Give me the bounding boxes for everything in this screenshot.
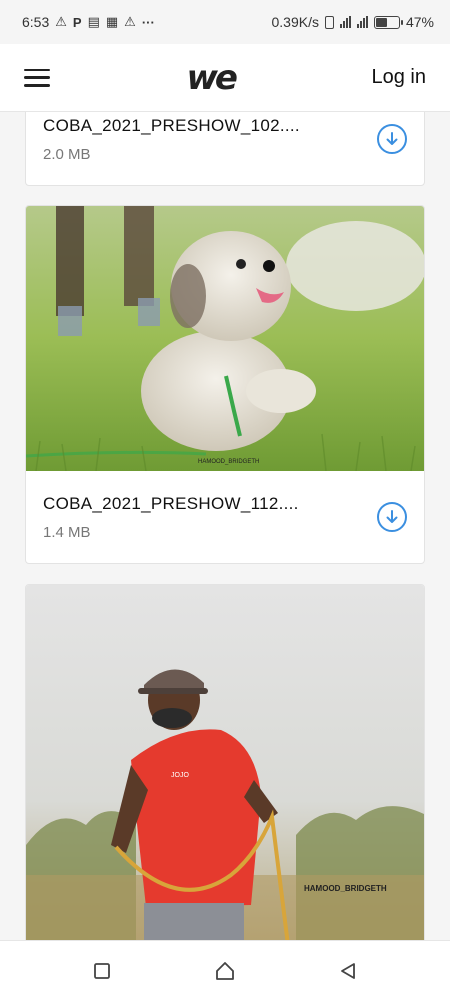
shirt-logo: JOJO <box>171 772 189 779</box>
status-left: 6:53 ⚠ P ▤ ▦ ⚠ ··· <box>22 14 155 30</box>
file-info: COBA_2021_PRESHOW_102.... 2.0 MB <box>26 112 424 185</box>
message-icon: ▤ <box>87 14 100 29</box>
file-info: COBA_2021_PRESHOW_112.... 1.4 MB <box>26 471 424 563</box>
file-size: 2.0 MB <box>43 145 91 163</box>
file-list: COBA_2021_PRESHOW_102.... 2.0 MB HAMOOD_… <box>0 112 450 940</box>
home-icon <box>216 961 234 980</box>
app-header: we Log in <box>0 44 450 112</box>
file-card: HAMOOD_BRIDGETH COBA_2021_PRESHOW_112...… <box>25 205 425 564</box>
status-bar: 6:53 ⚠ P ▤ ▦ ⚠ ··· 0.39K/s 47% <box>0 0 450 44</box>
network-speed: 0.39K/s <box>271 14 319 30</box>
file-name: COBA_2021_PRESHOW_112.... <box>43 493 299 513</box>
clock: 6:53 <box>22 14 50 30</box>
battery-percent: 47% <box>405 14 434 30</box>
back-button[interactable] <box>328 951 368 991</box>
file-card: JOJO HAMOOD_BRIDGETH <box>25 584 425 940</box>
download-arrow-icon <box>386 510 398 523</box>
watermark: HAMOOD_BRIDGETH <box>198 459 259 465</box>
wetransfer-logo[interactable]: we <box>187 58 239 98</box>
status-right: 0.39K/s 47% <box>271 14 434 30</box>
image-preview[interactable]: JOJO HAMOOD_BRIDGETH <box>26 585 424 940</box>
download-button[interactable] <box>377 124 407 154</box>
file-card: COBA_2021_PRESHOW_102.... 2.0 MB <box>25 112 425 186</box>
watermark: HAMOOD_BRIDGETH <box>304 884 387 893</box>
battery-level <box>375 17 388 27</box>
man-photo: JOJO HAMOOD_BRIDGETH <box>26 585 424 940</box>
warning-icon: ⚠ <box>55 14 67 29</box>
file-size: 1.4 MB <box>43 523 91 541</box>
warning-icon: ⚠ <box>124 14 136 29</box>
signal-icon <box>356 16 368 28</box>
home-button[interactable] <box>205 951 245 991</box>
parking-icon: P <box>72 14 82 30</box>
more-notifications-icon: ··· <box>141 14 155 30</box>
download-button[interactable] <box>377 502 407 532</box>
battery-icon <box>373 15 403 29</box>
square-icon <box>93 962 110 979</box>
phone-icon <box>324 15 334 29</box>
dog-photo: HAMOOD_BRIDGETH <box>26 206 424 471</box>
system-nav-bar <box>0 940 450 1000</box>
gallery-icon: ▦ <box>105 14 119 29</box>
recent-apps-button[interactable] <box>82 951 122 991</box>
download-arrow-icon <box>386 132 398 145</box>
back-triangle-icon <box>341 962 356 979</box>
signal-icon <box>339 16 351 28</box>
hamburger-menu-icon[interactable] <box>24 68 50 87</box>
image-preview[interactable]: HAMOOD_BRIDGETH <box>26 206 424 471</box>
file-name: COBA_2021_PRESHOW_102.... <box>43 115 300 135</box>
login-link[interactable]: Log in <box>371 66 426 89</box>
